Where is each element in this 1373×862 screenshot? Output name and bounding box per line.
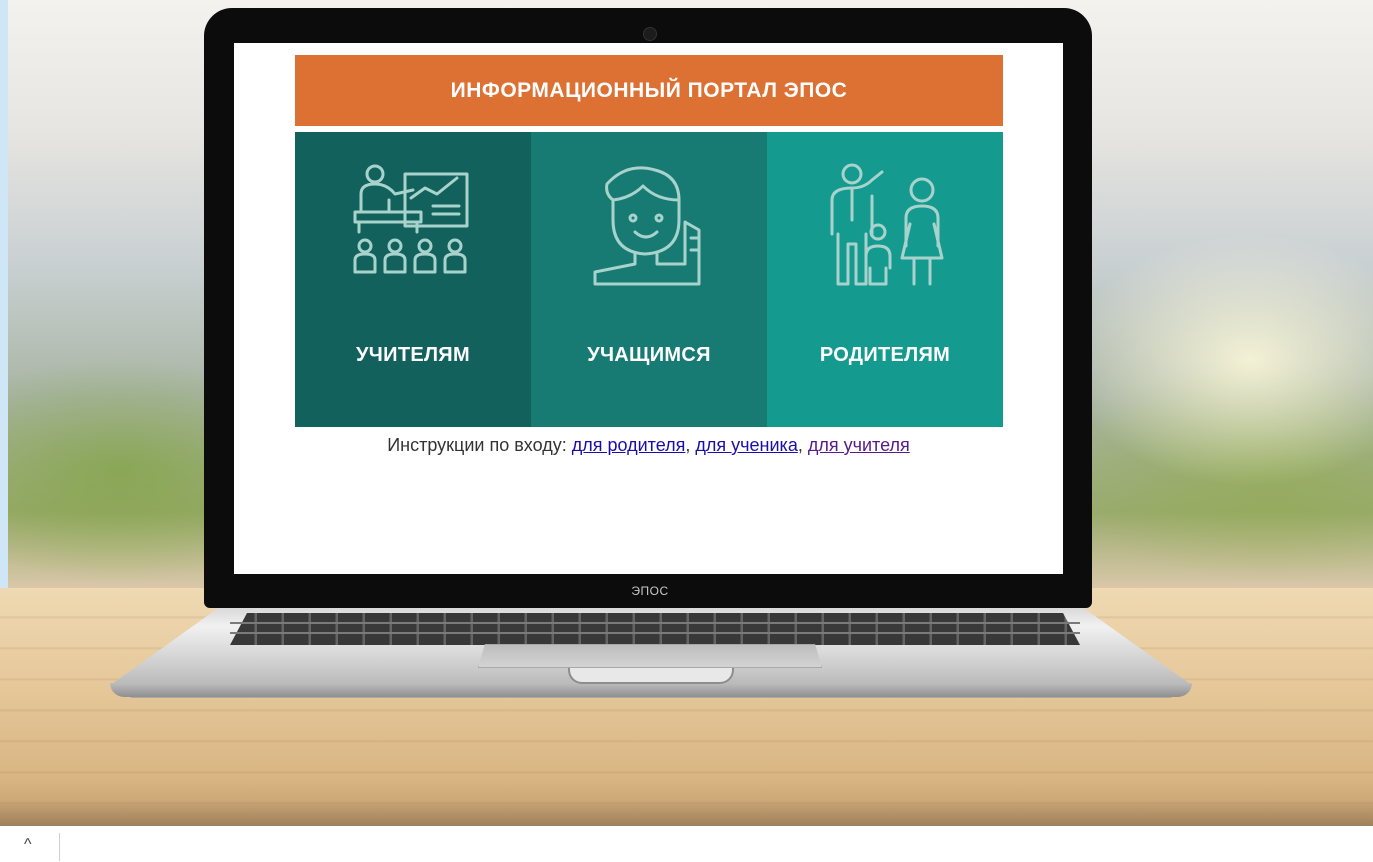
login-instructions: Инструкции по входу: для родителя, для у…: [234, 435, 1063, 456]
laptop-trackpad: [478, 644, 822, 668]
laptop-base-edge: [110, 683, 1192, 697]
tile-teachers-label: УЧИТЕЛЯМ: [356, 344, 470, 366]
tile-parents-label: РОДИТЕЛЯМ: [819, 344, 951, 366]
instructions-prefix: Инструкции по входу:: [387, 435, 567, 455]
tile-students-label: УЧАЩИМСЯ: [587, 344, 711, 366]
webcam-icon: [643, 27, 657, 41]
laptop-brand: ЭПОС: [631, 584, 669, 598]
link-separator: ,: [685, 435, 691, 455]
tile-parents[interactable]: РОДИТЕЛЯМ: [767, 132, 1003, 427]
link-for-student[interactable]: для ученика: [695, 435, 797, 455]
bottom-bar-divider: [59, 833, 60, 861]
table-shadow: [0, 800, 1373, 826]
portal-header: ИНФОРМАЦИОННЫЙ ПОРТАЛ ЭПОС: [295, 55, 1003, 126]
tile-students[interactable]: УЧАЩИМСЯ: [531, 132, 767, 427]
teacher-classroom-icon: [353, 164, 469, 274]
student-icon: [593, 166, 701, 286]
bottom-bar: [0, 826, 1373, 862]
laptop-notch: [568, 668, 734, 684]
laptop-screen: ИНФОРМАЦИОННЫЙ ПОРТАЛ ЭПОС УЧИТЕЛЯМ УЧАЩ…: [234, 43, 1063, 574]
laptop-keyboard: [230, 613, 1080, 645]
link-for-teacher[interactable]: для учителя: [808, 435, 910, 455]
keyboard-row: [230, 632, 1080, 634]
audience-tiles: УЧИТЕЛЯМ УЧАЩИМСЯ РОДИТЕЛЯМ: [295, 132, 1003, 427]
family-icon: [830, 163, 944, 286]
link-for-parent[interactable]: для родителя: [572, 435, 686, 455]
keyboard-row: [230, 622, 1080, 624]
chevron-up-icon[interactable]: ^: [24, 836, 32, 854]
tile-teachers[interactable]: УЧИТЕЛЯМ: [295, 132, 531, 427]
link-separator: ,: [797, 435, 803, 455]
